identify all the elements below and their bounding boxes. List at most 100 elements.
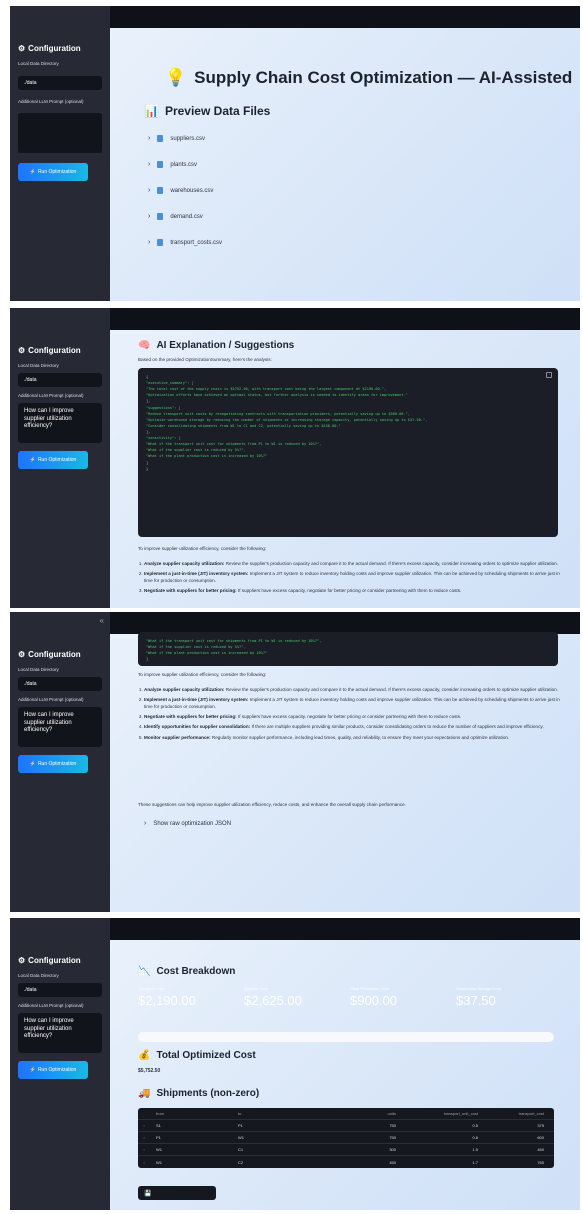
run-optimization-button[interactable]: ⚡ Run Optimization: [18, 1061, 88, 1079]
config-title: ⚙ Configuration: [18, 44, 81, 53]
data-dir-label: Local Data Directory: [18, 973, 59, 978]
json-code-block: { "executive_summary": [ "The total cost…: [138, 368, 558, 537]
shipments-table: from to units transport_unit_cost transp…: [138, 1108, 554, 1168]
screenshot-panel-4: ⚙ Configuration Local Data Directory ./da…: [10, 918, 580, 1210]
lightning-icon: ⚡: [29, 761, 36, 767]
suggestion-item: Analyze supplier capacity utilization: R…: [144, 560, 560, 567]
shipments-title: 🚚 Shipments (non-zero): [138, 1088, 260, 1099]
run-optimization-button[interactable]: ⚡ Run Optimization: [18, 163, 88, 181]
data-dir-label: Local Data Directory: [18, 667, 59, 672]
total-cost-value: $5,752.50: [138, 1068, 161, 1074]
run-optimization-button[interactable]: ⚡ Run Optimization: [18, 451, 88, 469]
file-expander[interactable]: › demand.csv: [148, 213, 203, 220]
file-expander[interactable]: › suppliers.csv: [148, 135, 205, 142]
preview-title: 📊 Preview Data Files: [144, 104, 271, 118]
main-area: 🧠 AI Explanation / Suggestions Based on t…: [110, 330, 580, 608]
code-line: ]: [146, 657, 149, 662]
improve-intro: To improve supplier utilization efficien…: [138, 546, 267, 551]
column-header[interactable]: transport_unit_cost: [396, 1111, 478, 1116]
top-bar: [110, 612, 580, 634]
sidebar: ⚙ Configuration Local Data Directory ./da…: [10, 6, 110, 301]
prompt-label: Additional LLM Prompt (optional): [18, 99, 84, 104]
data-dir-label: Local Data Directory: [18, 61, 59, 66]
bar-chart-icon: 📊: [144, 104, 159, 118]
money-bag-icon: 💰: [138, 1050, 151, 1061]
data-dir-input[interactable]: ./data: [18, 677, 102, 691]
page-title: 💡 Supply Chain Cost Optimization — AI-Ass…: [165, 68, 573, 87]
file-expander[interactable]: › plants.csv: [148, 161, 197, 168]
download-button[interactable]: 💾: [138, 1186, 216, 1200]
suggestion-item: Analyze supplier capacity utilization: R…: [144, 686, 560, 693]
column-header[interactable]: from: [150, 1111, 238, 1116]
prompt-label: Additional LLM Prompt (optional): [18, 1003, 84, 1008]
prompt-textarea[interactable]: How can I improve supplier utilization e…: [18, 403, 102, 443]
truck-icon: 🚚: [138, 1088, 151, 1099]
column-header[interactable]: to: [238, 1111, 326, 1116]
run-optimization-button[interactable]: ⚡ Run Optimization: [18, 755, 88, 773]
lightning-icon: ⚡: [29, 169, 36, 175]
row-chevron-icon: ›: [143, 1147, 145, 1152]
code-line: }: [146, 466, 149, 471]
json-code-block: "What if the transport unit cost for shi…: [138, 632, 558, 666]
file-icon: [157, 239, 164, 246]
metric-supplier: Supplier Cost $2,625.00: [244, 986, 302, 1008]
lightning-icon: ⚡: [29, 457, 36, 463]
sidebar: « ⚙ Configuration Local Data Directory ./…: [10, 612, 110, 912]
prompt-textarea[interactable]: How can I improve supplier utilization e…: [18, 707, 102, 747]
ai-intro: Based on the provided OptimizationSummar…: [138, 357, 272, 362]
screenshot-panel-2: ⚙ Configuration Local Data Directory ./da…: [10, 308, 580, 608]
prompt-textarea[interactable]: [18, 113, 102, 153]
prompt-label: Additional LLM Prompt (optional): [18, 697, 84, 702]
table-header: from to units transport_unit_cost transp…: [138, 1108, 554, 1120]
metric-transport: Transport Cost $2,190.00: [138, 986, 196, 1008]
sidebar: ⚙ Configuration Local Data Directory ./da…: [10, 918, 110, 1210]
sidebar: ⚙ Configuration Local Data Directory ./da…: [10, 308, 110, 608]
file-expander[interactable]: › warehouses.csv: [148, 187, 213, 194]
file-icon: [157, 213, 164, 220]
ai-title: 🧠 AI Explanation / Suggestions: [138, 340, 295, 351]
screenshot-panel-1: ⚙ Configuration Local Data Directory ./da…: [10, 6, 580, 301]
main-area: 💡 Supply Chain Cost Optimization — AI-Ass…: [110, 28, 580, 301]
data-dir-input[interactable]: ./data: [18, 983, 102, 997]
row-chevron-icon: ›: [143, 1135, 145, 1140]
chart-down-icon: 📉: [138, 966, 151, 977]
top-bar: [110, 308, 580, 330]
suggestion-item: Implement a just-in-time (JIT) inventory…: [144, 570, 560, 584]
data-dir-label: Local Data Directory: [18, 363, 59, 368]
closing-text: These suggestions can help improve suppl…: [138, 802, 406, 807]
floppy-icon: 💾: [144, 1190, 152, 1197]
chevron-right-icon: ›: [144, 820, 147, 827]
suggestion-item: Identify opportunities for supplier cons…: [144, 723, 560, 730]
config-title: ⚙ Configuration: [18, 650, 81, 659]
table-row: › P1 W1 750 0.8 600: [138, 1132, 554, 1144]
table-row: › S1 P1 750 0.5 375: [138, 1120, 554, 1132]
improve-intro: To improve supplier utilization efficien…: [138, 672, 267, 677]
config-title: ⚙ Configuration: [18, 346, 81, 355]
collapse-sidebar-icon[interactable]: «: [100, 616, 104, 625]
data-dir-input[interactable]: ./data: [18, 76, 102, 90]
file-icon: [157, 135, 164, 142]
config-title: ⚙ Configuration: [18, 956, 81, 965]
data-dir-input[interactable]: ./data: [18, 373, 102, 387]
prompt-textarea[interactable]: How can I improve supplier utilization e…: [18, 1013, 102, 1053]
column-header[interactable]: units: [326, 1111, 396, 1116]
gear-icon: ⚙: [18, 650, 26, 659]
copy-icon[interactable]: [546, 372, 552, 378]
suggestion-item: Negotiate with suppliers for better pric…: [144, 713, 560, 720]
top-bar: [110, 6, 580, 28]
suggestion-item: Monitor supplier performance: Regularly …: [144, 734, 560, 741]
file-expander[interactable]: › transport_costs.csv: [148, 239, 222, 246]
row-chevron-icon: ›: [143, 1159, 145, 1165]
chevron-right-icon: ›: [148, 135, 151, 142]
gear-icon: ⚙: [18, 44, 26, 53]
main-area: 📉 Cost Breakdown Transport Cost $2,190.00 …: [110, 940, 580, 1210]
file-icon: [157, 161, 164, 168]
total-cost-title: 💰 Total Optimized Cost: [138, 1050, 256, 1061]
suggestion-list: Analyze supplier capacity utilization: R…: [144, 560, 560, 597]
chevron-right-icon: ›: [148, 161, 151, 168]
raw-json-expander[interactable]: › Show raw optimization JSON: [144, 820, 231, 827]
chevron-right-icon: ›: [148, 239, 151, 246]
brain-icon: 🧠: [138, 340, 151, 351]
column-header[interactable]: transport_cost: [478, 1111, 550, 1116]
lightbulb-icon: 💡: [165, 68, 187, 87]
